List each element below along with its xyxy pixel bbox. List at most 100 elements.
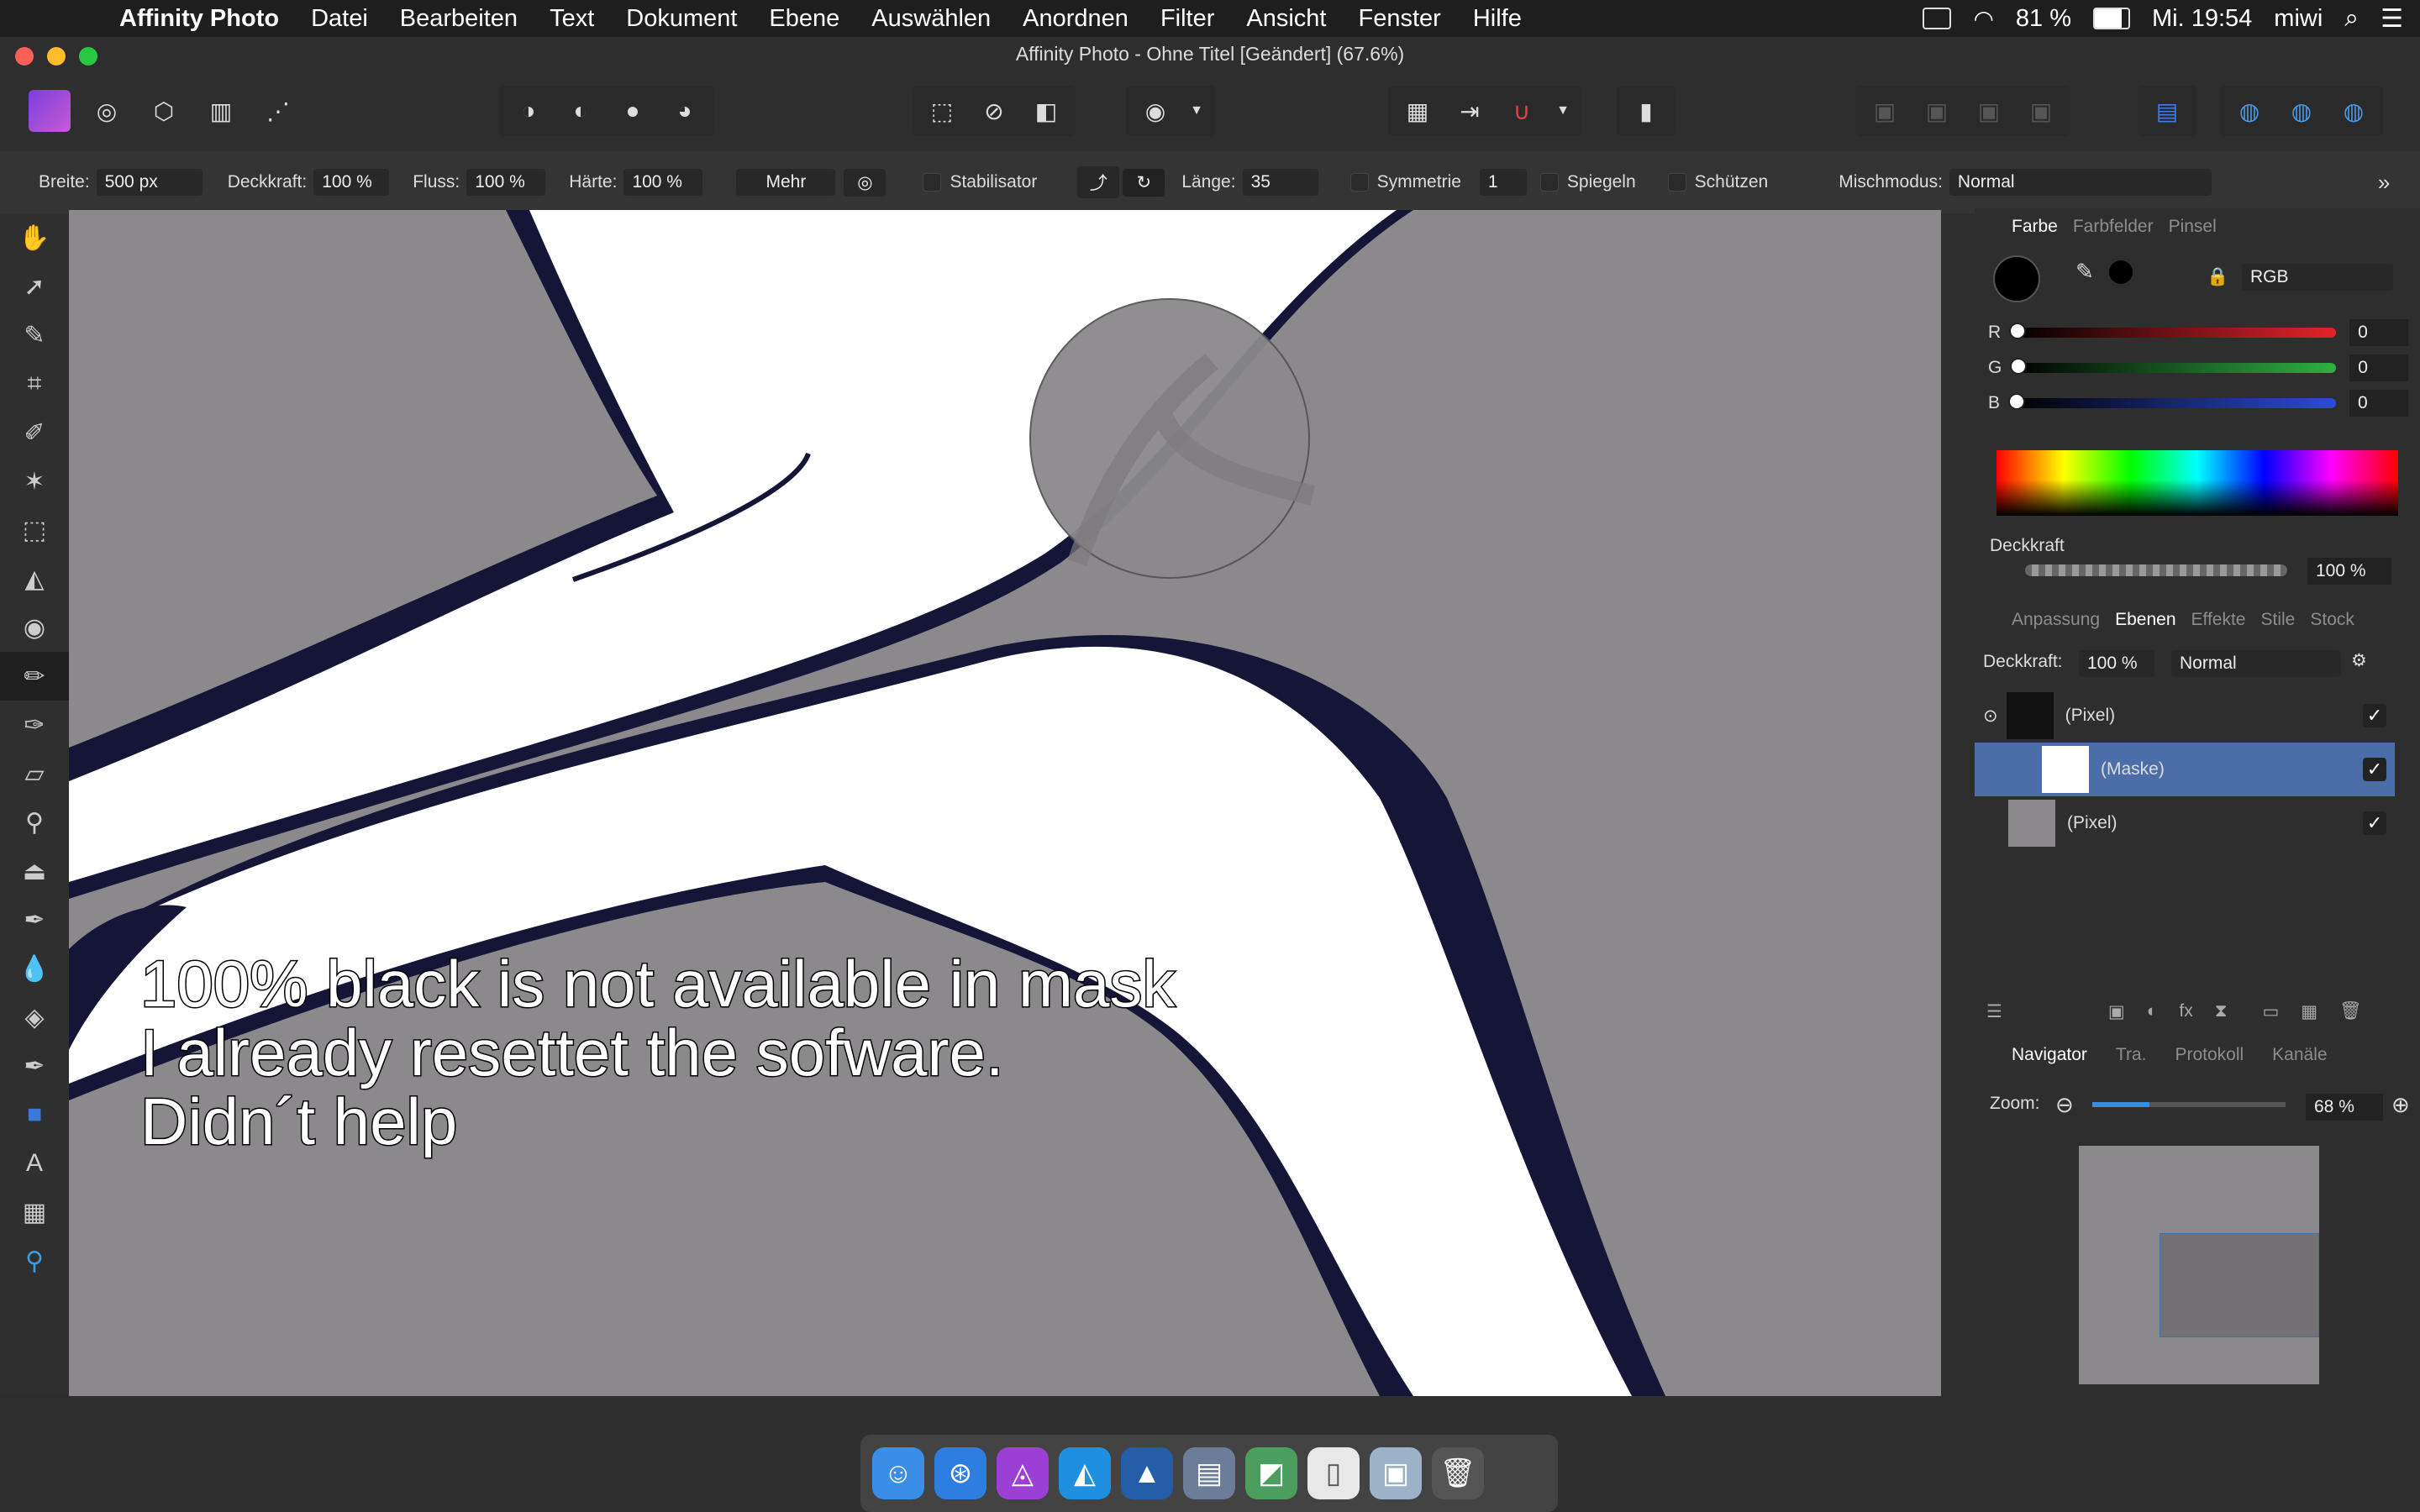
- liquify-persona-button[interactable]: ◎: [86, 90, 128, 132]
- group-layers-icon[interactable]: ▭: [2262, 1001, 2279, 1022]
- screenshot-icon[interactable]: ▣: [1370, 1447, 1422, 1499]
- text-tool-icon[interactable]: A: [0, 1139, 69, 1188]
- arrange-backward-icon[interactable]: ▣: [1916, 90, 1958, 132]
- green-value[interactable]: 0: [2349, 354, 2408, 381]
- tab-protokoll[interactable]: Protokoll: [2175, 1045, 2244, 1065]
- selection-brush-tool-icon[interactable]: ✐: [0, 408, 69, 457]
- move-tool-icon[interactable]: ➚: [0, 262, 69, 311]
- selection-marquee-icon[interactable]: ⬚: [921, 90, 963, 132]
- symmetry-checkbox[interactable]: Symmetrie: [1349, 172, 1461, 192]
- layer-row[interactable]: ⊙ (Pixel) ✓: [1975, 689, 2395, 743]
- window-mode-icon[interactable]: ↻: [1123, 168, 1165, 197]
- zoom-out-icon[interactable]: ⊖: [2055, 1092, 2074, 1118]
- stabilizer-checkbox[interactable]: Stabilisator: [923, 172, 1037, 192]
- dodge-tool-icon[interactable]: ✑: [0, 701, 69, 749]
- boolean-intersect-icon[interactable]: ◍: [2333, 90, 2375, 132]
- lock-icon[interactable]: 🔒: [2207, 267, 2228, 287]
- hardness-field[interactable]: 100 %: [623, 169, 703, 196]
- export-persona-button[interactable]: ⋰: [257, 90, 299, 132]
- rope-mode-icon[interactable]: ⤴: [1077, 166, 1120, 198]
- airplay-icon[interactable]: [1923, 8, 1952, 29]
- hand-tool-icon[interactable]: ✋: [0, 213, 69, 262]
- rectangle-tool-icon[interactable]: ■: [0, 1090, 69, 1139]
- tab-stile[interactable]: Stile: [2261, 610, 2296, 630]
- preview-icon[interactable]: ▤: [1183, 1447, 1235, 1499]
- opacity-field[interactable]: 100 %: [313, 169, 390, 196]
- expand-layer-icon[interactable]: ⊙: [1983, 706, 1998, 727]
- menu-anordnen[interactable]: Anordnen: [1023, 5, 1128, 33]
- user-name[interactable]: miwi: [2274, 5, 2323, 33]
- add-pixel-layer-icon[interactable]: ▦: [2301, 1001, 2317, 1022]
- delete-layer-icon[interactable]: 🗑: [2339, 1001, 2362, 1021]
- marquee-tool-icon[interactable]: ⬚: [0, 506, 69, 554]
- opacity-value[interactable]: 100 %: [2307, 558, 2391, 585]
- zoom-slider[interactable]: [2092, 1102, 2286, 1107]
- menu-auswaehlen[interactable]: Auswählen: [871, 5, 991, 33]
- gradient-tool-icon[interactable]: ◉: [0, 603, 69, 652]
- adjustment-layer-icon[interactable]: ◐: [2147, 1001, 2158, 1021]
- layer-visibility-checkbox[interactable]: ✓: [2363, 758, 2386, 781]
- document-canvas[interactable]: 100% black is not available in mask I al…: [69, 210, 1941, 1396]
- eyedropper-icon[interactable]: ✎: [2075, 259, 2094, 285]
- color-picker-tool-icon[interactable]: ✎: [0, 311, 69, 360]
- arrange-back-icon[interactable]: ▣: [1864, 90, 1906, 132]
- symmetry-count-field[interactable]: 1: [1479, 169, 1527, 196]
- snapping-magnet-icon[interactable]: ∪: [1501, 90, 1543, 132]
- red-value[interactable]: 0: [2349, 319, 2408, 346]
- boolean-add-icon[interactable]: ◍: [2228, 90, 2270, 132]
- blue-value[interactable]: 0: [2349, 390, 2408, 417]
- menu-filter[interactable]: Filter: [1160, 5, 1214, 33]
- zoom-window-button[interactable]: [79, 47, 97, 66]
- blend-mode-select[interactable]: Normal: [1949, 169, 2212, 196]
- menu-ebene[interactable]: Ebene: [769, 5, 839, 33]
- white-balance-adjustment-icon[interactable]: ◕: [664, 90, 706, 132]
- layer-stack-icon[interactable]: ☰: [1986, 1001, 2002, 1022]
- live-filter-icon[interactable]: ⧗: [2215, 1001, 2228, 1021]
- hsl-adjustment-icon[interactable]: ●: [612, 90, 654, 132]
- color-model-select[interactable]: RGB: [2242, 264, 2393, 291]
- tab-effekte[interactable]: Effekte: [2191, 610, 2246, 630]
- affinity-designer-icon[interactable]: ◭: [1059, 1447, 1111, 1499]
- document-icon[interactable]: ▯: [1307, 1447, 1360, 1499]
- deselect-icon[interactable]: ⊘: [973, 90, 1015, 132]
- tab-transform[interactable]: Tra.: [2116, 1045, 2147, 1065]
- red-slider[interactable]: [2009, 323, 2337, 339]
- menu-bearbeiten[interactable]: Bearbeiten: [400, 5, 518, 33]
- pen-tool-icon[interactable]: ✒: [0, 1042, 69, 1090]
- boolean-subtract-icon[interactable]: ◍: [2281, 90, 2323, 132]
- menu-app-name[interactable]: Affinity Photo: [119, 5, 279, 33]
- layer-settings-icon[interactable]: ⚙: [2351, 650, 2367, 671]
- align-icon[interactable]: ▤: [2146, 90, 2188, 132]
- battery-percent[interactable]: 81 %: [2016, 5, 2071, 33]
- tab-stock[interactable]: Stock: [2310, 610, 2354, 630]
- arrange-front-icon[interactable]: ▣: [2020, 90, 2062, 132]
- menu-hilfe[interactable]: Hilfe: [1473, 5, 1522, 33]
- primary-color-swatch[interactable]: [1993, 255, 2040, 302]
- tone-mapping-persona-button[interactable]: ▥: [200, 90, 242, 132]
- blue-slider[interactable]: [2008, 393, 2336, 410]
- zoom-in-icon[interactable]: ⊕: [2391, 1092, 2410, 1118]
- develop-persona-button[interactable]: ⬡: [143, 90, 185, 132]
- tab-farbe[interactable]: Farbe: [2012, 217, 2058, 237]
- app-icon[interactable]: ▲: [1121, 1447, 1173, 1499]
- trash-icon[interactable]: 🗑: [1432, 1447, 1484, 1499]
- menu-ansicht[interactable]: Ansicht: [1246, 5, 1326, 33]
- invert-selection-icon[interactable]: ◧: [1025, 90, 1067, 132]
- tab-anpassung[interactable]: Anpassung: [2012, 610, 2100, 630]
- width-field[interactable]: 500 px: [96, 169, 203, 196]
- more-button[interactable]: Mehr: [736, 169, 836, 196]
- tab-ebenen[interactable]: Ebenen: [2115, 610, 2175, 630]
- erase-tool-icon[interactable]: ▱: [0, 749, 69, 798]
- layer-visibility-checkbox[interactable]: ✓: [2363, 704, 2386, 727]
- zoom-value[interactable]: 68 %: [2306, 1094, 2383, 1121]
- grid-snap-icon[interactable]: ▦: [1397, 90, 1439, 132]
- picked-color-swatch[interactable]: [2109, 260, 2133, 284]
- blur-brush-tool-icon[interactable]: 💧: [0, 944, 69, 993]
- close-window-button[interactable]: [15, 47, 34, 66]
- quick-mask-dropdown-icon[interactable]: ▼: [1186, 90, 1207, 132]
- flood-select-tool-icon[interactable]: ✶: [0, 457, 69, 506]
- layer-blend-select[interactable]: Normal: [2171, 650, 2341, 677]
- safari-icon[interactable]: ⊛: [934, 1447, 986, 1499]
- flow-field[interactable]: 100 %: [466, 169, 546, 196]
- spotlight-search-icon[interactable]: ⌕: [2344, 4, 2359, 33]
